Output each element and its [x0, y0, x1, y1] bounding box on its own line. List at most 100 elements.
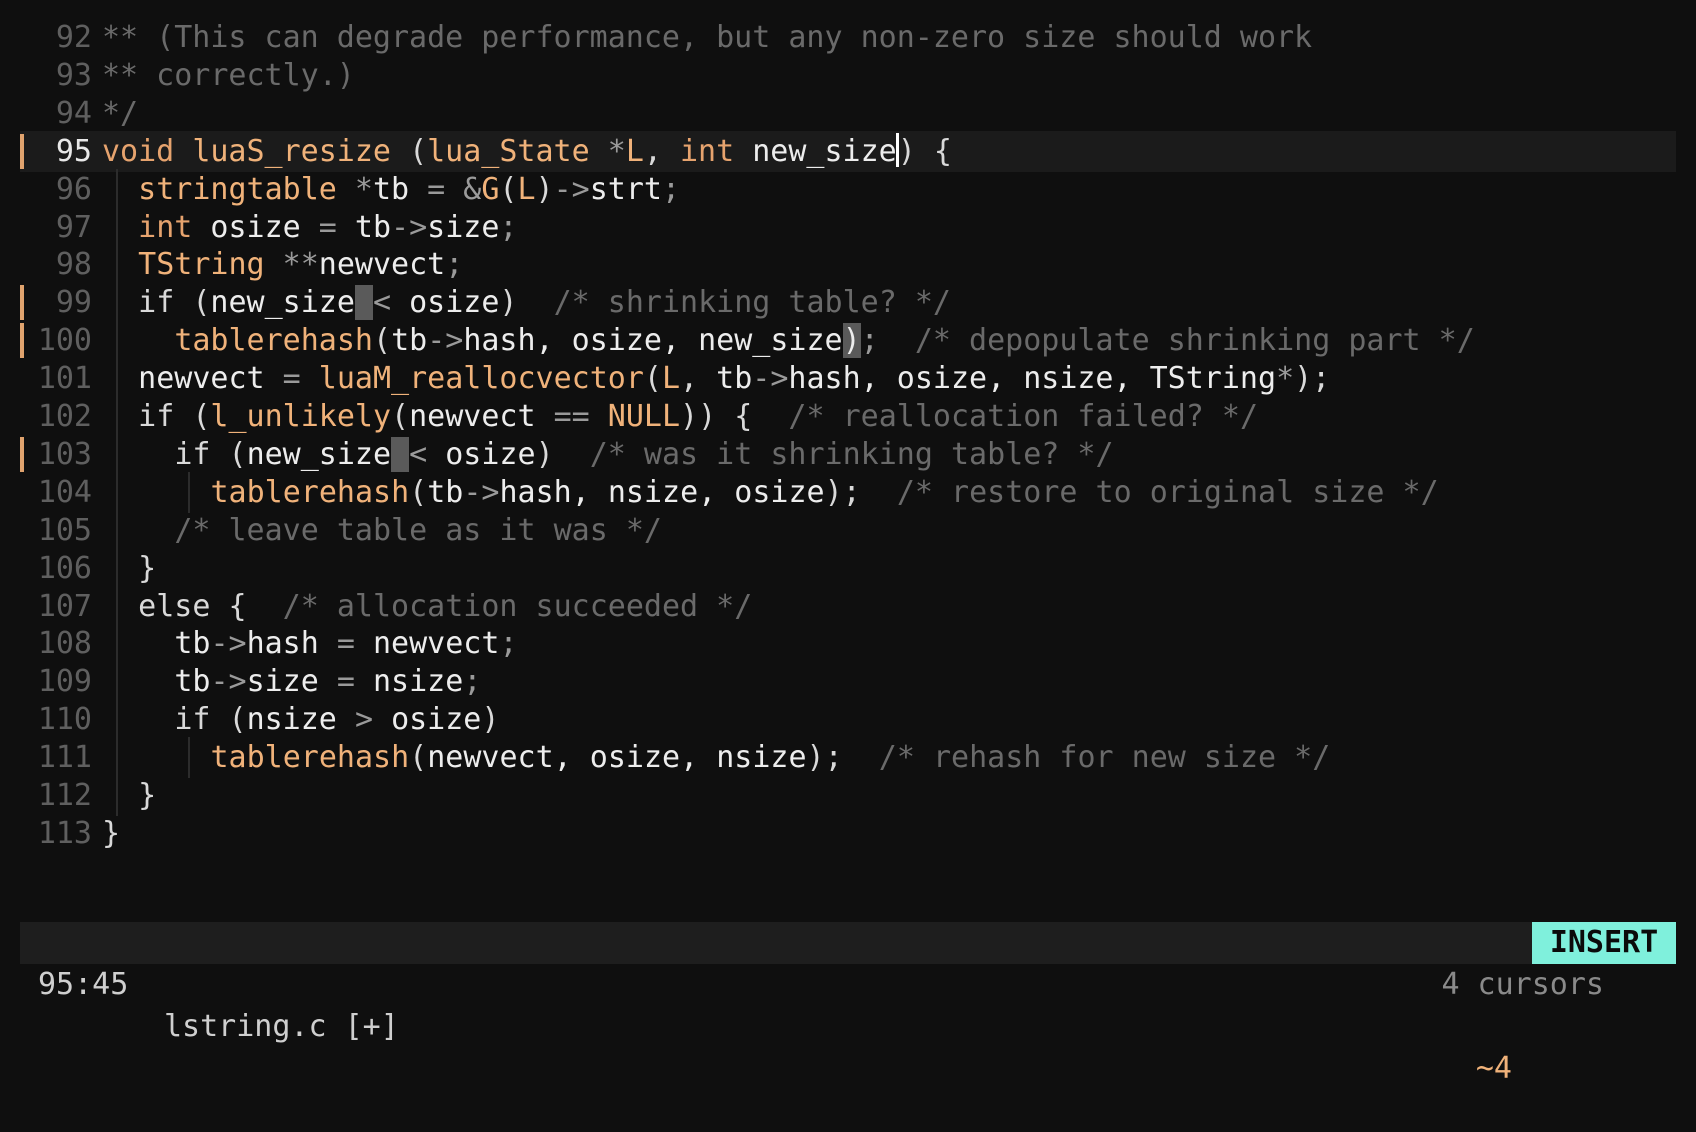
file-name: lstring.c [+]	[164, 1009, 399, 1044]
code-token: ** correctly.)	[102, 57, 355, 93]
code-line[interactable]: 100 tablerehash(tb->hash, osize, new_size…	[0, 320, 1696, 362]
code-line[interactable]: 102 if (l_unlikely(newvect == NULL)) { /*…	[0, 396, 1696, 437]
indent-guide	[188, 471, 191, 513]
code-line[interactable]: 98 TString **newvect;	[0, 244, 1696, 286]
code-token: (	[643, 361, 662, 397]
code-line[interactable]: 92 ** (This can degrade performance, but …	[0, 17, 1696, 58]
code-token: =	[336, 664, 373, 700]
code-token: <	[409, 436, 446, 472]
code-token: luaS_resize	[192, 133, 410, 169]
code-line[interactable]: 95 void luaS_resize (lua_State *L, int ne…	[0, 130, 1696, 172]
code-text: tablerehash(newvect, osize, nsize); /* r…	[210, 737, 1330, 778]
code-token: ->	[752, 361, 789, 397]
code-token: *	[1276, 361, 1295, 397]
indent-guide	[116, 282, 118, 324]
code-line[interactable]: 110 if (nsize > osize)	[0, 699, 1696, 741]
indent-guide	[116, 396, 118, 437]
code-text: if (new_size < osize) /* was it shrinkin…	[174, 434, 1114, 475]
code-token: ;	[463, 664, 482, 700]
code-token: ,	[680, 361, 717, 397]
code-token: (	[409, 133, 428, 169]
code-token: G	[481, 171, 500, 207]
code-token: (	[409, 740, 428, 776]
code-text: if (nsize > osize)	[174, 699, 499, 740]
line-number: 103	[37, 436, 92, 472]
code-line[interactable]: 96 stringtable *tb = &G(L)->strt;	[0, 168, 1696, 210]
code-text: tb->size = nsize;	[174, 661, 481, 702]
indent-guide	[116, 585, 118, 627]
code-token: hash, nsize, osize	[499, 474, 825, 510]
code-line[interactable]: 105 /* leave table as it was */	[0, 509, 1696, 551]
code-token: strt	[589, 171, 662, 207]
code-token: newvect	[373, 626, 500, 662]
line-number: 111	[37, 740, 92, 776]
code-line[interactable]: 99 if (new_size < osize) /* shrinking tab…	[0, 282, 1696, 324]
code-token: osize	[445, 436, 536, 472]
code-text: */	[102, 93, 138, 134]
secondary-cursor	[354, 285, 373, 321]
code-text: int osize = tb->size;	[138, 207, 517, 248]
code-token: int	[138, 209, 211, 245]
code-token: tb	[391, 323, 428, 359]
code-token: );	[1294, 361, 1331, 397]
status-bar: 95:45 lstring.c [+] ~4 INSERT	[20, 922, 1676, 1086]
code-line[interactable]: 108 tb->hash = newvect;	[0, 623, 1696, 665]
secondary-cursor: )	[842, 323, 861, 359]
code-line[interactable]: 103 if (new_size < osize) /* was it shrin…	[0, 433, 1696, 475]
indent-guide	[116, 206, 118, 248]
code-line[interactable]: 101 newvect = luaM_reallocvector(L, tb->h…	[0, 358, 1696, 400]
line-number: 101	[37, 361, 92, 397]
code-text: else { /* allocation succeeded */	[138, 586, 752, 627]
code-line[interactable]: 109 tb->size = nsize;	[0, 661, 1696, 703]
code-token: osize	[391, 702, 482, 738]
code-line[interactable]: 94 */	[0, 93, 1696, 134]
code-line[interactable]: 97 int osize = tb->size;	[0, 206, 1696, 248]
code-token: l_unlikely	[210, 399, 392, 434]
code-token: if	[138, 285, 193, 321]
code-token: ->	[427, 323, 464, 359]
code-token: tb	[174, 664, 211, 700]
code-line[interactable]: 113}	[0, 813, 1696, 854]
code-token: );	[806, 740, 879, 776]
code-token: L	[661, 361, 681, 397]
code-token: = &	[427, 171, 482, 207]
code-token: newvect	[138, 361, 283, 397]
mode-badge: INSERT	[1532, 922, 1676, 964]
line-number: 99	[55, 285, 92, 321]
code-text: /* leave table as it was */	[174, 510, 662, 551]
line-number: 107	[37, 588, 92, 624]
line-number: 93	[55, 57, 92, 93]
code-token: tb	[372, 171, 428, 207]
indent-guide	[116, 358, 118, 400]
code-line[interactable]: 93 ** correctly.)	[0, 55, 1696, 96]
code-token: new_size	[752, 133, 897, 169]
code-token: }	[138, 550, 157, 586]
code-token: ->	[210, 626, 247, 662]
code-token: (	[192, 399, 211, 434]
line-number: 95	[55, 133, 92, 169]
code-token: (	[409, 474, 428, 510]
code-token: ,	[643, 133, 680, 169]
code-token: /* rehash for new size */	[878, 740, 1331, 776]
code-token: if	[174, 702, 229, 738]
code-line[interactable]: 111 tablerehash(newvect, osize, nsize); /…	[0, 737, 1696, 779]
line-number: 110	[37, 702, 92, 738]
code-line[interactable]: 112}	[0, 775, 1696, 816]
code-token: /* allocation succeeded */	[282, 588, 753, 624]
code-token: nsize	[246, 702, 355, 738]
code-token: )	[535, 436, 590, 472]
code-line[interactable]: 104 tablerehash(tb->hash, nsize, osize); …	[0, 471, 1696, 513]
code-token: /* depopulate shrinking part */	[914, 323, 1475, 359]
code-token: tb	[427, 474, 464, 510]
code-line[interactable]: 107 else { /* allocation succeeded */	[0, 585, 1696, 627]
line-number: 96	[55, 171, 92, 207]
code-token: /* restore to original size */	[896, 474, 1439, 510]
change-marker	[20, 285, 24, 321]
code-token: TString	[138, 247, 283, 283]
code-line[interactable]: 106}	[0, 547, 1696, 589]
code-token: ;	[445, 247, 464, 283]
line-number: 112	[37, 778, 92, 813]
code-token: ==	[553, 399, 608, 434]
code-token: tb	[174, 626, 211, 662]
code-token: tb	[716, 361, 753, 397]
